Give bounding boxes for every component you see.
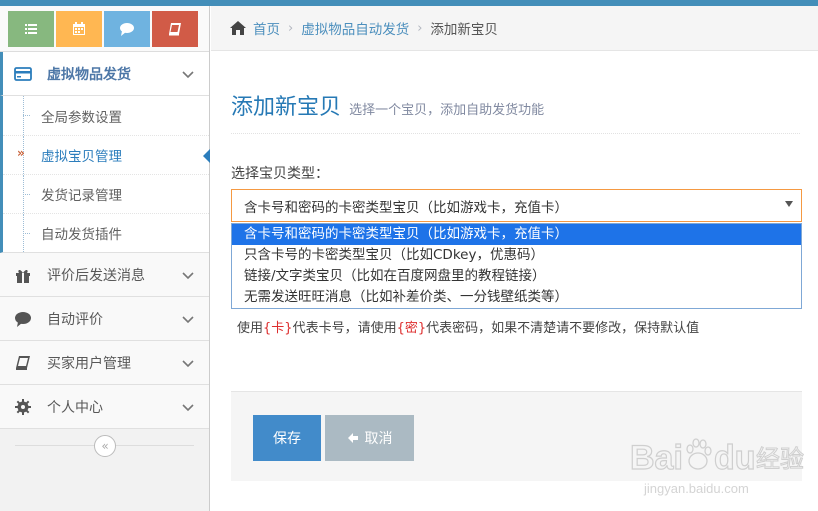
dropdown-option[interactable]: 链接/文字类宝贝（比如在百度网盘里的教程链接） [232, 266, 801, 287]
dropdown-option[interactable]: 无需发送旺旺消息（比如补差价类、一分钱壁纸类等） [232, 287, 801, 308]
baidu-jingyan-watermark: Bai du 经验 jingyan.baidu.com [629, 438, 805, 496]
dropdown-option[interactable]: 只含卡号的卡密类型宝贝（比如CDkey，优惠码） [232, 245, 801, 266]
shortcut-chat-button[interactable] [104, 11, 150, 47]
shortcut-calendar-button[interactable] [56, 11, 102, 47]
home-icon [230, 21, 246, 35]
cancel-button[interactable]: 取消 [325, 415, 414, 461]
gear-icon [14, 398, 36, 416]
breadcrumb-separator: › [288, 20, 294, 36]
page-title: 添加新宝贝 [231, 95, 342, 120]
nav-after-review-message[interactable]: 评价后发送消息 [0, 253, 209, 297]
breadcrumb: 首页 › 虚拟物品自动发货 › 添加新宝贝 [211, 6, 818, 51]
nav-label: 自动评价 [47, 311, 103, 328]
chevron-down-icon [182, 272, 194, 280]
chevron-down-icon [182, 404, 194, 412]
chat-bubble-icon [14, 310, 36, 328]
nav-label: 评价后发送消息 [47, 267, 145, 284]
breadcrumb-current: 添加新宝贝 [430, 22, 498, 38]
sidebar: 虚拟物品发货 全局参数设置 » 虚拟宝贝管理 发货记录管理 自动发货插件 评价后… [0, 6, 210, 511]
book-icon [169, 23, 181, 36]
breadcrumb-home-link[interactable]: 首页 [253, 18, 280, 38]
watermark-url: jingyan.baidu.com [643, 481, 749, 496]
shortcut-book-button[interactable] [152, 11, 198, 47]
cancel-label: 取消 [364, 430, 393, 446]
chevron-down-icon [182, 71, 194, 79]
chat-icon [120, 23, 134, 36]
calendar-icon [73, 22, 85, 35]
page-header: 添加新宝贝 选择一个宝贝，添加自助发货功能 [231, 89, 544, 121]
sidebar-item-label: 自动发货插件 [41, 227, 122, 243]
type-field-label: 选择宝贝类型： [231, 166, 329, 182]
page-subtitle: 选择一个宝贝，添加自助发货功能 [349, 103, 545, 118]
dropdown-option[interactable]: 含卡号和密码的卡密类型宝贝（比如游戏卡，充值卡） [232, 224, 801, 245]
nav-virtual-goods-delivery[interactable]: 虚拟物品发货 [0, 52, 209, 96]
breadcrumb-section-link[interactable]: 虚拟物品自动发货 [301, 18, 409, 38]
book-icon [14, 354, 36, 372]
sidebar-item-delivery-records[interactable]: 发货记录管理 [3, 174, 209, 213]
watermark-brand: Bai [630, 439, 683, 477]
header-divider [231, 133, 800, 134]
nav-label: 个人中心 [47, 399, 103, 416]
watermark-brand2: du [714, 439, 756, 477]
sidebar-item-label: 发货记录管理 [41, 188, 122, 204]
chevron-down-icon [182, 360, 194, 368]
main-content: 添加新宝贝 选择一个宝贝，添加自助发货功能 选择宝贝类型： 含卡号和密码的卡密类… [211, 51, 818, 511]
breadcrumb-separator: › [417, 20, 423, 36]
password-token: {密} [396, 321, 427, 336]
card-token: {卡} [263, 321, 293, 336]
nav-personal-center[interactable]: 个人中心 [0, 385, 209, 429]
chevron-down-icon [182, 316, 194, 324]
nav-buyer-users[interactable]: 买家用户管理 [0, 341, 209, 385]
select-value: 含卡号和密码的卡密类型宝贝（比如游戏卡，充值卡） [244, 199, 568, 216]
caret-down-icon [785, 201, 793, 207]
sidebar-item-global-settings[interactable]: 全局参数设置 [3, 96, 209, 135]
arrow-left-icon [347, 433, 358, 443]
nav-label: 买家用户管理 [47, 355, 131, 372]
sidebar-item-virtual-goods-manage[interactable]: » 虚拟宝贝管理 [3, 135, 210, 174]
help-text: 使用{卡}代表卡号，请使用{密}代表密码，如果不清楚请不要修改，保持默认值 [237, 321, 700, 336]
list-icon [25, 24, 37, 34]
double-chevron-right-icon: » [17, 146, 25, 160]
shortcut-list-button[interactable] [8, 11, 54, 47]
nav-auto-review[interactable]: 自动评价 [0, 297, 209, 341]
goods-type-dropdown: 含卡号和密码的卡密类型宝贝（比如游戏卡，充值卡） 只含卡号的卡密类型宝贝（比如C… [231, 223, 802, 309]
watermark-cn: 经验 [756, 445, 804, 473]
credit-card-icon [14, 65, 36, 83]
sidebar-item-label: 全局参数设置 [41, 109, 122, 126]
save-button[interactable]: 保存 [253, 415, 321, 461]
submenu-virtual-goods: 全局参数设置 » 虚拟宝贝管理 发货记录管理 自动发货插件 [0, 96, 210, 253]
sidebar-item-auto-delivery-plugin[interactable]: 自动发货插件 [3, 213, 209, 252]
goods-type-select[interactable]: 含卡号和密码的卡密类型宝贝（比如游戏卡，充值卡） [231, 189, 802, 222]
shortcut-bar [0, 6, 209, 52]
sidebar-collapse-bar: « [0, 429, 209, 459]
sidebar-collapse-button[interactable]: « [94, 435, 116, 457]
gift-icon [14, 266, 36, 284]
nav-label: 虚拟物品发货 [47, 66, 131, 83]
sidebar-item-label: 虚拟宝贝管理 [41, 149, 122, 165]
